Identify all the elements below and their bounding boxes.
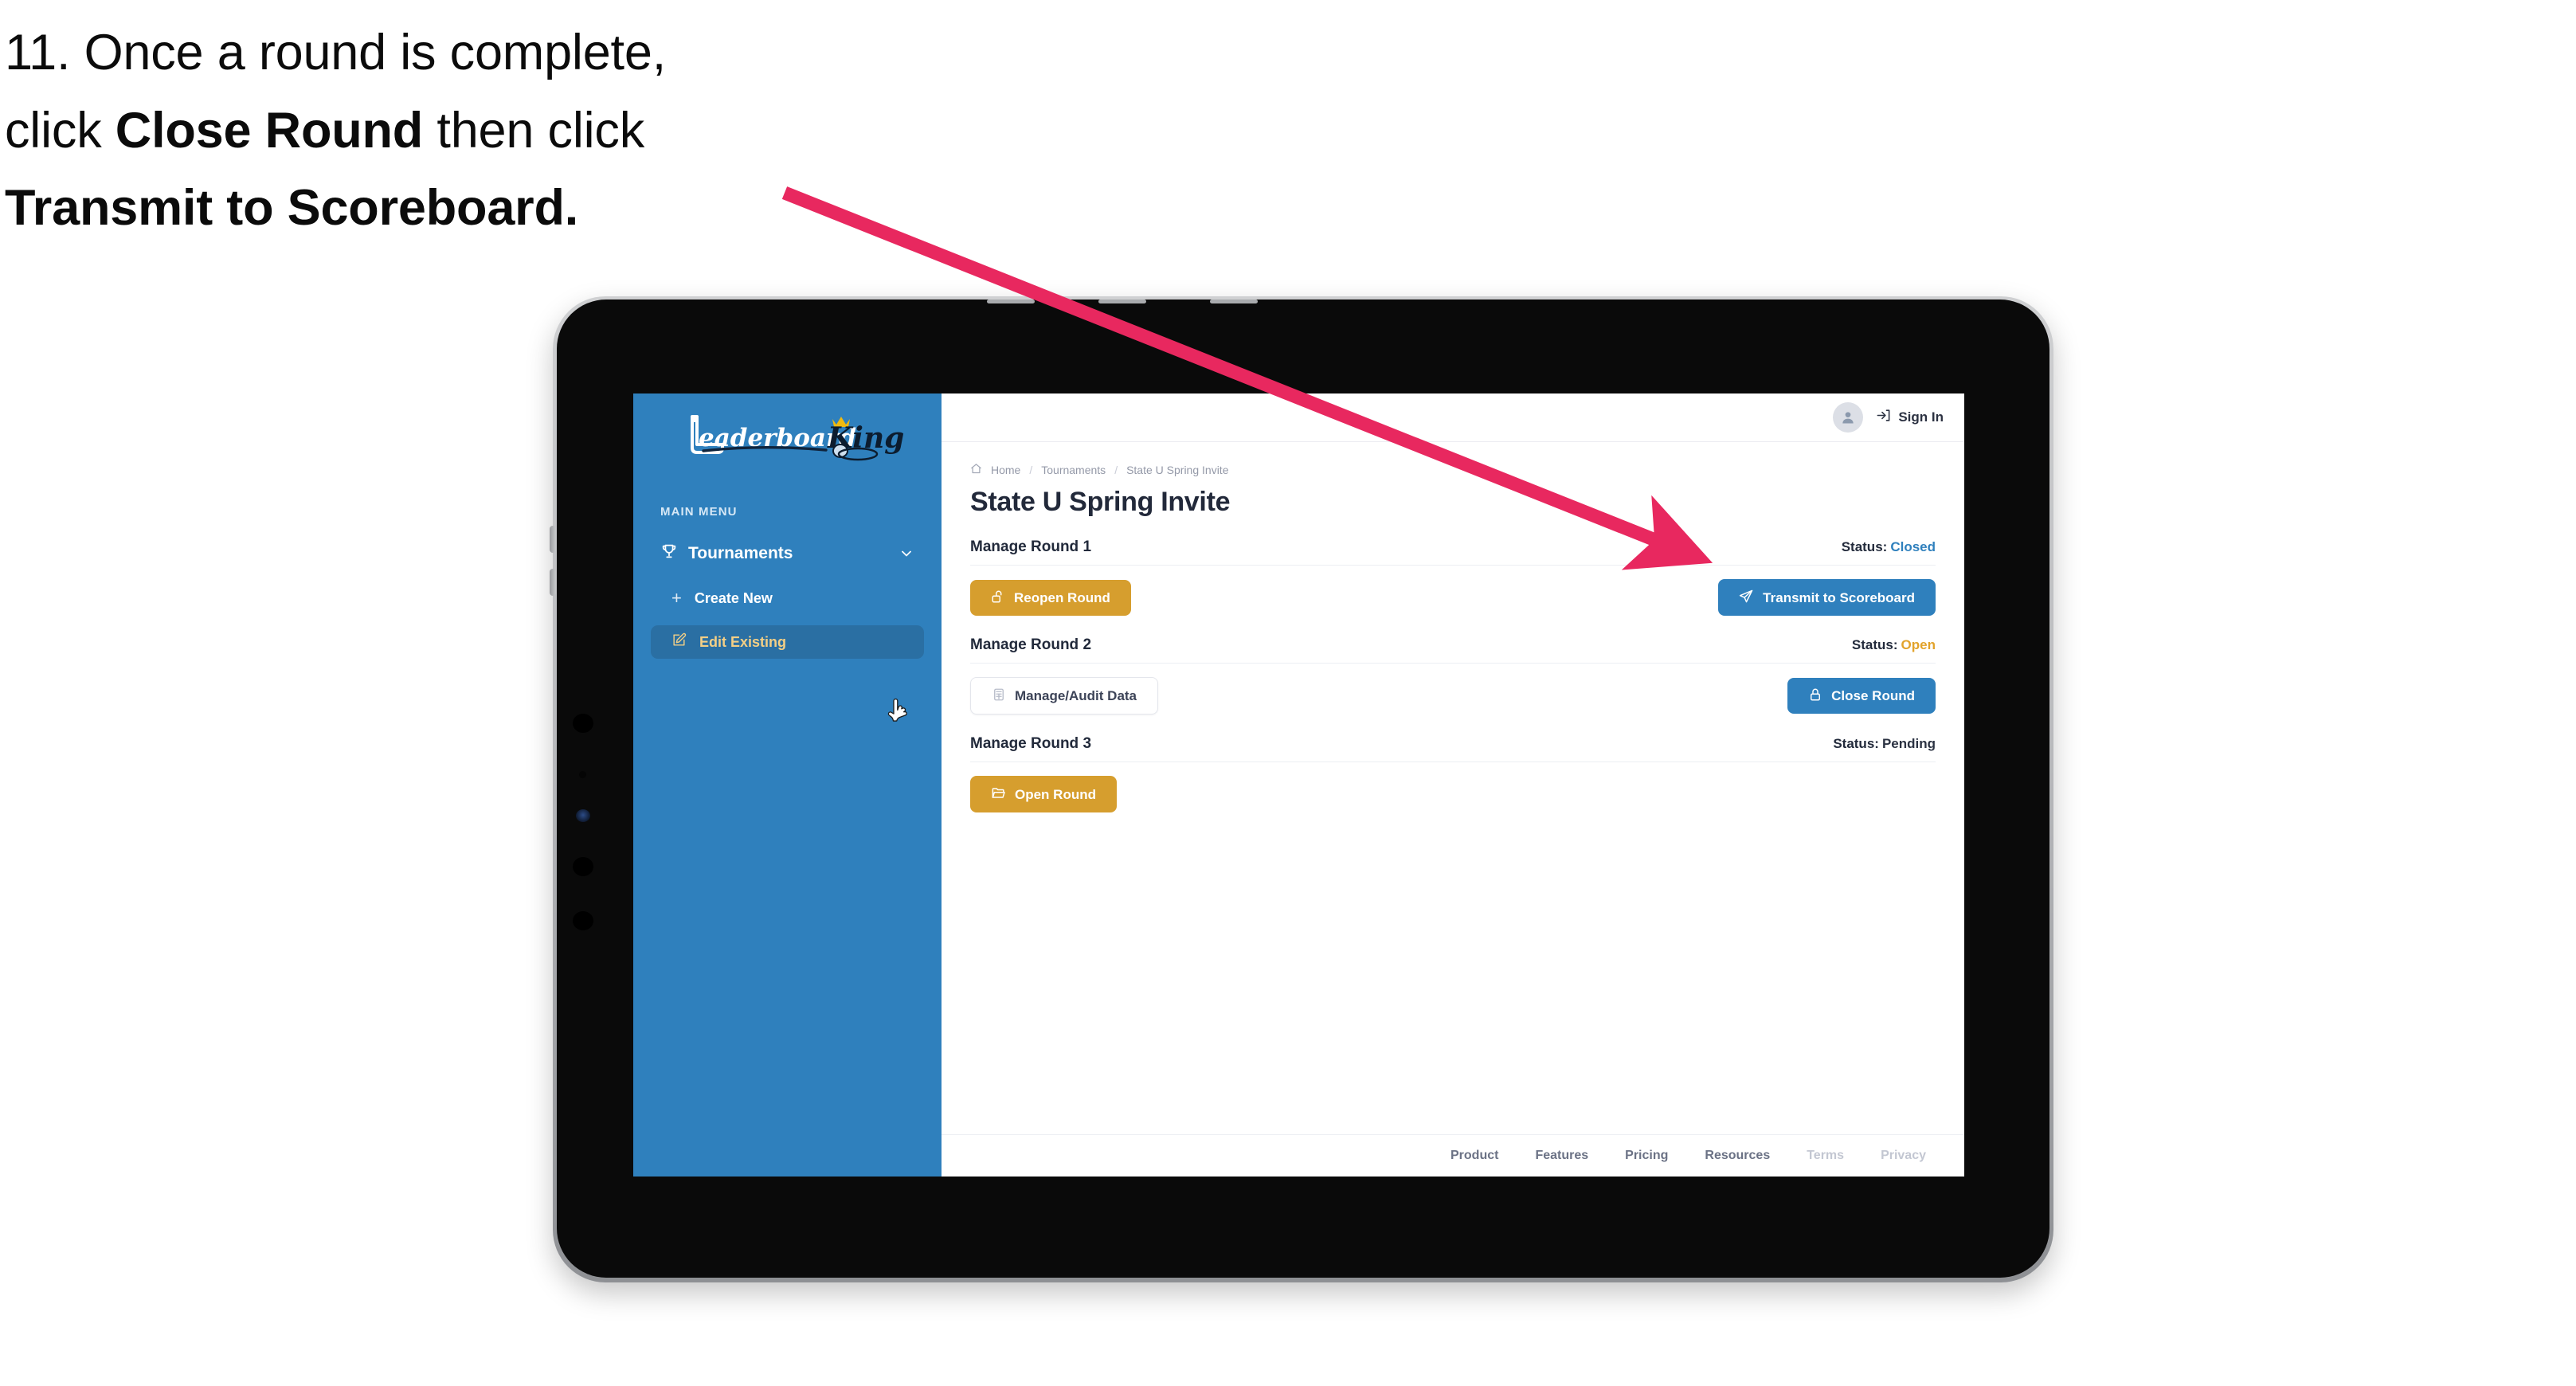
breadcrumb-separator: / xyxy=(1114,464,1118,476)
led-indicator-icon xyxy=(576,809,590,822)
round-block-2: Manage Round 2 Status: Open Manage/Audit… xyxy=(970,636,1936,715)
footer-link-pricing[interactable]: Pricing xyxy=(1625,1149,1668,1163)
sensor-dot-icon xyxy=(579,771,586,778)
instruction-line-2: click Close Round then click xyxy=(5,92,897,170)
leaderboard-king-logo-icon: eaderboard King xyxy=(690,415,904,461)
sign-in-button[interactable]: Sign In xyxy=(1876,408,1944,427)
instruction-line-3: Transmit to Scoreboard. xyxy=(5,180,579,237)
round-header: Manage Round 1 Status: Closed xyxy=(970,538,1936,566)
browser-viewport: eaderboard King MAIN MENU Tournaments + … xyxy=(633,393,1964,1177)
unlock-icon xyxy=(991,589,1005,606)
instruction-line-2-pre: click xyxy=(5,102,115,159)
volume-down-button[interactable] xyxy=(550,569,556,596)
instruction-line-2-post: then click xyxy=(423,102,645,159)
speaker-slot xyxy=(1098,300,1146,303)
sidebar-item-create-new[interactable]: + Create New xyxy=(651,582,924,614)
footer-link-resources[interactable]: Resources xyxy=(1705,1149,1770,1163)
footer-link-product[interactable]: Product xyxy=(1450,1149,1498,1163)
footer: Product Features Pricing Resources Terms… xyxy=(942,1134,1964,1177)
sidebar-item-create-new-label: Create New xyxy=(694,589,773,606)
sign-in-label: Sign In xyxy=(1898,409,1944,425)
sidebar-item-edit-existing[interactable]: Edit Existing xyxy=(651,625,924,659)
breadcrumb-separator: / xyxy=(1029,464,1033,476)
open-round-label: Open Round xyxy=(1015,786,1096,802)
sidebar-item-edit-existing-label: Edit Existing xyxy=(699,633,787,650)
ambient-sensor-icon xyxy=(573,911,593,930)
breadcrumb-item-current: State U Spring Invite xyxy=(1126,464,1229,476)
sidebar-section-label: MAIN MENU xyxy=(660,505,738,519)
breadcrumb-item-home[interactable]: Home xyxy=(991,464,1020,476)
user-avatar-icon xyxy=(1842,412,1854,424)
main-panel: Sign In Home / Tournaments / State U Spr… xyxy=(942,393,1964,1177)
footer-link-terms[interactable]: Terms xyxy=(1807,1149,1844,1163)
round-status-label: Status: xyxy=(1841,539,1888,554)
round-actions: Open Round xyxy=(970,776,1936,812)
close-round-label: Close Round xyxy=(1831,688,1915,703)
paper-plane-icon xyxy=(1739,589,1754,606)
breadcrumb-item-tournaments[interactable]: Tournaments xyxy=(1041,464,1106,476)
volume-up-button[interactable] xyxy=(550,526,556,553)
sidebar-item-tournaments-label: Tournaments xyxy=(688,544,793,562)
open-round-button[interactable]: Open Round xyxy=(970,776,1117,812)
pencil-square-icon xyxy=(671,632,687,652)
instruction-line-1: 11. Once a round is complete, xyxy=(5,25,666,80)
instruction-line-2-bold: Close Round xyxy=(115,102,424,159)
top-bar: Sign In xyxy=(942,393,1964,442)
round-block-1: Manage Round 1 Status: Closed Reopen Rou… xyxy=(970,538,1936,616)
round-status-label: Status: xyxy=(1851,637,1898,652)
speaker-slot xyxy=(1210,300,1258,303)
round-status-value: Pending xyxy=(1881,736,1936,751)
instruction-caption: 11. Once a round is complete, click Clos… xyxy=(5,14,897,248)
plus-icon: + xyxy=(671,588,682,608)
page-title: State U Spring Invite xyxy=(970,487,1231,517)
round-status-value: Open xyxy=(1901,637,1936,652)
close-round-button[interactable]: Close Round xyxy=(1787,678,1936,714)
chevron-down-icon[interactable] xyxy=(898,546,914,562)
reopen-round-button[interactable]: Reopen Round xyxy=(970,579,1131,616)
mouse-cursor-pointer-icon xyxy=(887,699,907,722)
app-logo[interactable]: eaderboard King xyxy=(633,393,942,481)
reopen-round-label: Reopen Round xyxy=(1014,589,1110,605)
sign-in-icon xyxy=(1876,408,1891,427)
round-status-label: Status: xyxy=(1833,736,1879,751)
round-actions: Manage/Audit Data Close Round xyxy=(970,677,1936,715)
footer-link-privacy[interactable]: Privacy xyxy=(1881,1149,1926,1163)
round-block-3: Manage Round 3 Status: Pending Open Roun… xyxy=(970,735,1936,812)
footer-link-features[interactable]: Features xyxy=(1535,1149,1588,1163)
round-name: Manage Round 1 xyxy=(970,538,1092,555)
microphone-icon xyxy=(573,857,593,876)
manage-audit-data-label: Manage/Audit Data xyxy=(1015,688,1137,703)
spreadsheet-icon xyxy=(992,687,1006,704)
round-actions: Reopen Round Transmit to Scoreboard xyxy=(970,579,1936,616)
content-area: Home / Tournaments / State U Spring Invi… xyxy=(942,442,1964,1134)
folder-open-icon xyxy=(991,785,1006,803)
lock-icon xyxy=(1808,687,1822,704)
transmit-to-scoreboard-button[interactable]: Transmit to Scoreboard xyxy=(1718,579,1936,616)
breadcrumb: Home / Tournaments / State U Spring Invi… xyxy=(970,463,1936,477)
speaker-slot xyxy=(987,300,1035,303)
trophy-icon xyxy=(660,542,678,565)
sidebar-item-tournaments[interactable]: Tournaments xyxy=(651,536,924,571)
front-camera-icon xyxy=(573,714,593,733)
round-header: Manage Round 2 Status: Open xyxy=(970,636,1936,664)
round-status: Status: Pending xyxy=(1833,736,1936,752)
round-header: Manage Round 3 Status: Pending xyxy=(970,735,1936,762)
round-name: Manage Round 3 xyxy=(970,735,1092,752)
sidebar: eaderboard King MAIN MENU Tournaments + … xyxy=(633,393,942,1177)
manage-audit-data-button[interactable]: Manage/Audit Data xyxy=(970,677,1159,715)
home-icon[interactable] xyxy=(970,463,982,477)
round-name: Manage Round 2 xyxy=(970,636,1092,653)
round-status: Status: Open xyxy=(1852,637,1936,653)
avatar[interactable] xyxy=(1833,402,1864,433)
transmit-to-scoreboard-label: Transmit to Scoreboard xyxy=(1763,589,1915,605)
round-status-value: Closed xyxy=(1890,539,1936,554)
round-status: Status: Closed xyxy=(1842,539,1936,555)
